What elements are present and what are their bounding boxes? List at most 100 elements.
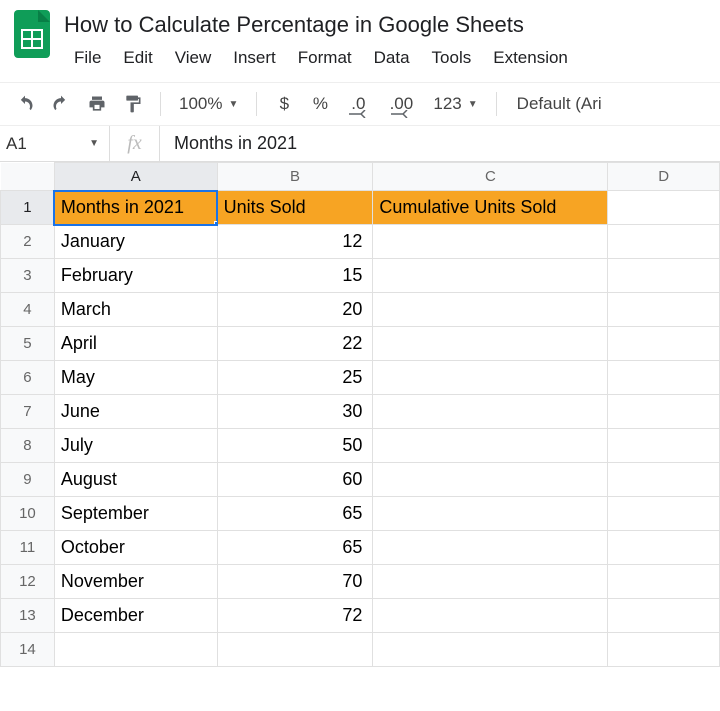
- cell-B4[interactable]: 20: [217, 293, 373, 327]
- cell-B12[interactable]: 70: [217, 565, 373, 599]
- cell-D7[interactable]: [608, 395, 720, 429]
- row-header-3[interactable]: 3: [1, 259, 55, 293]
- cell-B11[interactable]: 65: [217, 531, 373, 565]
- spreadsheet-grid[interactable]: ABCD 1Months in 2021Units SoldCumulative…: [0, 162, 720, 667]
- col-header-D[interactable]: D: [608, 163, 720, 191]
- row-header-9[interactable]: 9: [1, 463, 55, 497]
- col-header-C[interactable]: C: [373, 163, 608, 191]
- cell-D9[interactable]: [608, 463, 720, 497]
- row-header-2[interactable]: 2: [1, 225, 55, 259]
- cell-B8[interactable]: 50: [217, 429, 373, 463]
- cell-A6[interactable]: May: [54, 361, 217, 395]
- row-header-12[interactable]: 12: [1, 565, 55, 599]
- cell-A7[interactable]: June: [54, 395, 217, 429]
- row-header-5[interactable]: 5: [1, 327, 55, 361]
- row-header-11[interactable]: 11: [1, 531, 55, 565]
- row-header-6[interactable]: 6: [1, 361, 55, 395]
- cell-B2[interactable]: 12: [217, 225, 373, 259]
- paint-format-button[interactable]: [118, 89, 148, 119]
- print-button[interactable]: [82, 89, 112, 119]
- menu-data[interactable]: Data: [364, 44, 420, 72]
- row-header-10[interactable]: 10: [1, 497, 55, 531]
- menu-extensions[interactable]: Extension: [483, 44, 578, 72]
- cell-C10[interactable]: [373, 497, 608, 531]
- row-header-7[interactable]: 7: [1, 395, 55, 429]
- menu-edit[interactable]: Edit: [113, 44, 162, 72]
- cell-A9[interactable]: August: [54, 463, 217, 497]
- row-header-13[interactable]: 13: [1, 599, 55, 633]
- cell-C14[interactable]: [373, 633, 608, 667]
- cell-A1[interactable]: Months in 2021: [54, 191, 217, 225]
- cell-D6[interactable]: [608, 361, 720, 395]
- row-header-14[interactable]: 14: [1, 633, 55, 667]
- cell-A3[interactable]: February: [54, 259, 217, 293]
- cell-D11[interactable]: [608, 531, 720, 565]
- sheets-logo[interactable]: [12, 8, 52, 60]
- col-header-A[interactable]: A: [54, 163, 217, 191]
- cell-B13[interactable]: 72: [217, 599, 373, 633]
- cell-A11[interactable]: October: [54, 531, 217, 565]
- cell-D3[interactable]: [608, 259, 720, 293]
- row-header-1[interactable]: 1: [1, 191, 55, 225]
- row-header-4[interactable]: 4: [1, 293, 55, 327]
- cell-A10[interactable]: September: [54, 497, 217, 531]
- cell-D12[interactable]: [608, 565, 720, 599]
- cell-A14[interactable]: [54, 633, 217, 667]
- cell-C12[interactable]: [373, 565, 608, 599]
- menu-insert[interactable]: Insert: [223, 44, 286, 72]
- cell-C13[interactable]: [373, 599, 608, 633]
- doc-title[interactable]: How to Calculate Percentage in Google Sh…: [64, 8, 708, 44]
- cell-D1[interactable]: [608, 191, 720, 225]
- cell-C4[interactable]: [373, 293, 608, 327]
- cell-D8[interactable]: [608, 429, 720, 463]
- cell-B6[interactable]: 25: [217, 361, 373, 395]
- cell-C1[interactable]: Cumulative Units Sold: [373, 191, 608, 225]
- more-formats-dropdown[interactable]: 123▼: [427, 94, 483, 114]
- menu-file[interactable]: File: [64, 44, 111, 72]
- cell-C2[interactable]: [373, 225, 608, 259]
- menu-tools[interactable]: Tools: [422, 44, 482, 72]
- cell-A13[interactable]: December: [54, 599, 217, 633]
- cell-D4[interactable]: [608, 293, 720, 327]
- col-header-B[interactable]: B: [217, 163, 373, 191]
- cell-D10[interactable]: [608, 497, 720, 531]
- cell-D2[interactable]: [608, 225, 720, 259]
- cell-C7[interactable]: [373, 395, 608, 429]
- cell-C6[interactable]: [373, 361, 608, 395]
- select-all-corner[interactable]: [1, 163, 55, 191]
- cell-C9[interactable]: [373, 463, 608, 497]
- cell-A8[interactable]: July: [54, 429, 217, 463]
- cell-C11[interactable]: [373, 531, 608, 565]
- cell-C3[interactable]: [373, 259, 608, 293]
- formula-input[interactable]: Months in 2021: [160, 133, 720, 154]
- cell-C8[interactable]: [373, 429, 608, 463]
- redo-button[interactable]: [46, 89, 76, 119]
- increase-decimal-button[interactable]: .00: [381, 89, 421, 119]
- row-header-8[interactable]: 8: [1, 429, 55, 463]
- selection-handle[interactable]: [214, 221, 218, 225]
- cell-D13[interactable]: [608, 599, 720, 633]
- cell-B3[interactable]: 15: [217, 259, 373, 293]
- cell-A4[interactable]: March: [54, 293, 217, 327]
- cell-B5[interactable]: 22: [217, 327, 373, 361]
- cell-B7[interactable]: 30: [217, 395, 373, 429]
- name-box[interactable]: A1▼: [0, 126, 110, 161]
- cell-A2[interactable]: January: [54, 225, 217, 259]
- format-currency-button[interactable]: $: [269, 89, 299, 119]
- cell-C5[interactable]: [373, 327, 608, 361]
- cell-B1[interactable]: Units Sold: [217, 191, 373, 225]
- cell-A5[interactable]: April: [54, 327, 217, 361]
- font-family-dropdown[interactable]: Default (Ari: [509, 94, 610, 114]
- cell-B9[interactable]: 60: [217, 463, 373, 497]
- cell-A12[interactable]: November: [54, 565, 217, 599]
- undo-button[interactable]: [10, 89, 40, 119]
- cell-D5[interactable]: [608, 327, 720, 361]
- zoom-dropdown[interactable]: 100%▼: [173, 94, 244, 114]
- cell-B14[interactable]: [217, 633, 373, 667]
- cell-D14[interactable]: [608, 633, 720, 667]
- cell-B10[interactable]: 65: [217, 497, 373, 531]
- format-percent-button[interactable]: %: [305, 89, 335, 119]
- menu-format[interactable]: Format: [288, 44, 362, 72]
- decrease-decimal-button[interactable]: .0: [341, 89, 375, 119]
- menu-view[interactable]: View: [165, 44, 222, 72]
